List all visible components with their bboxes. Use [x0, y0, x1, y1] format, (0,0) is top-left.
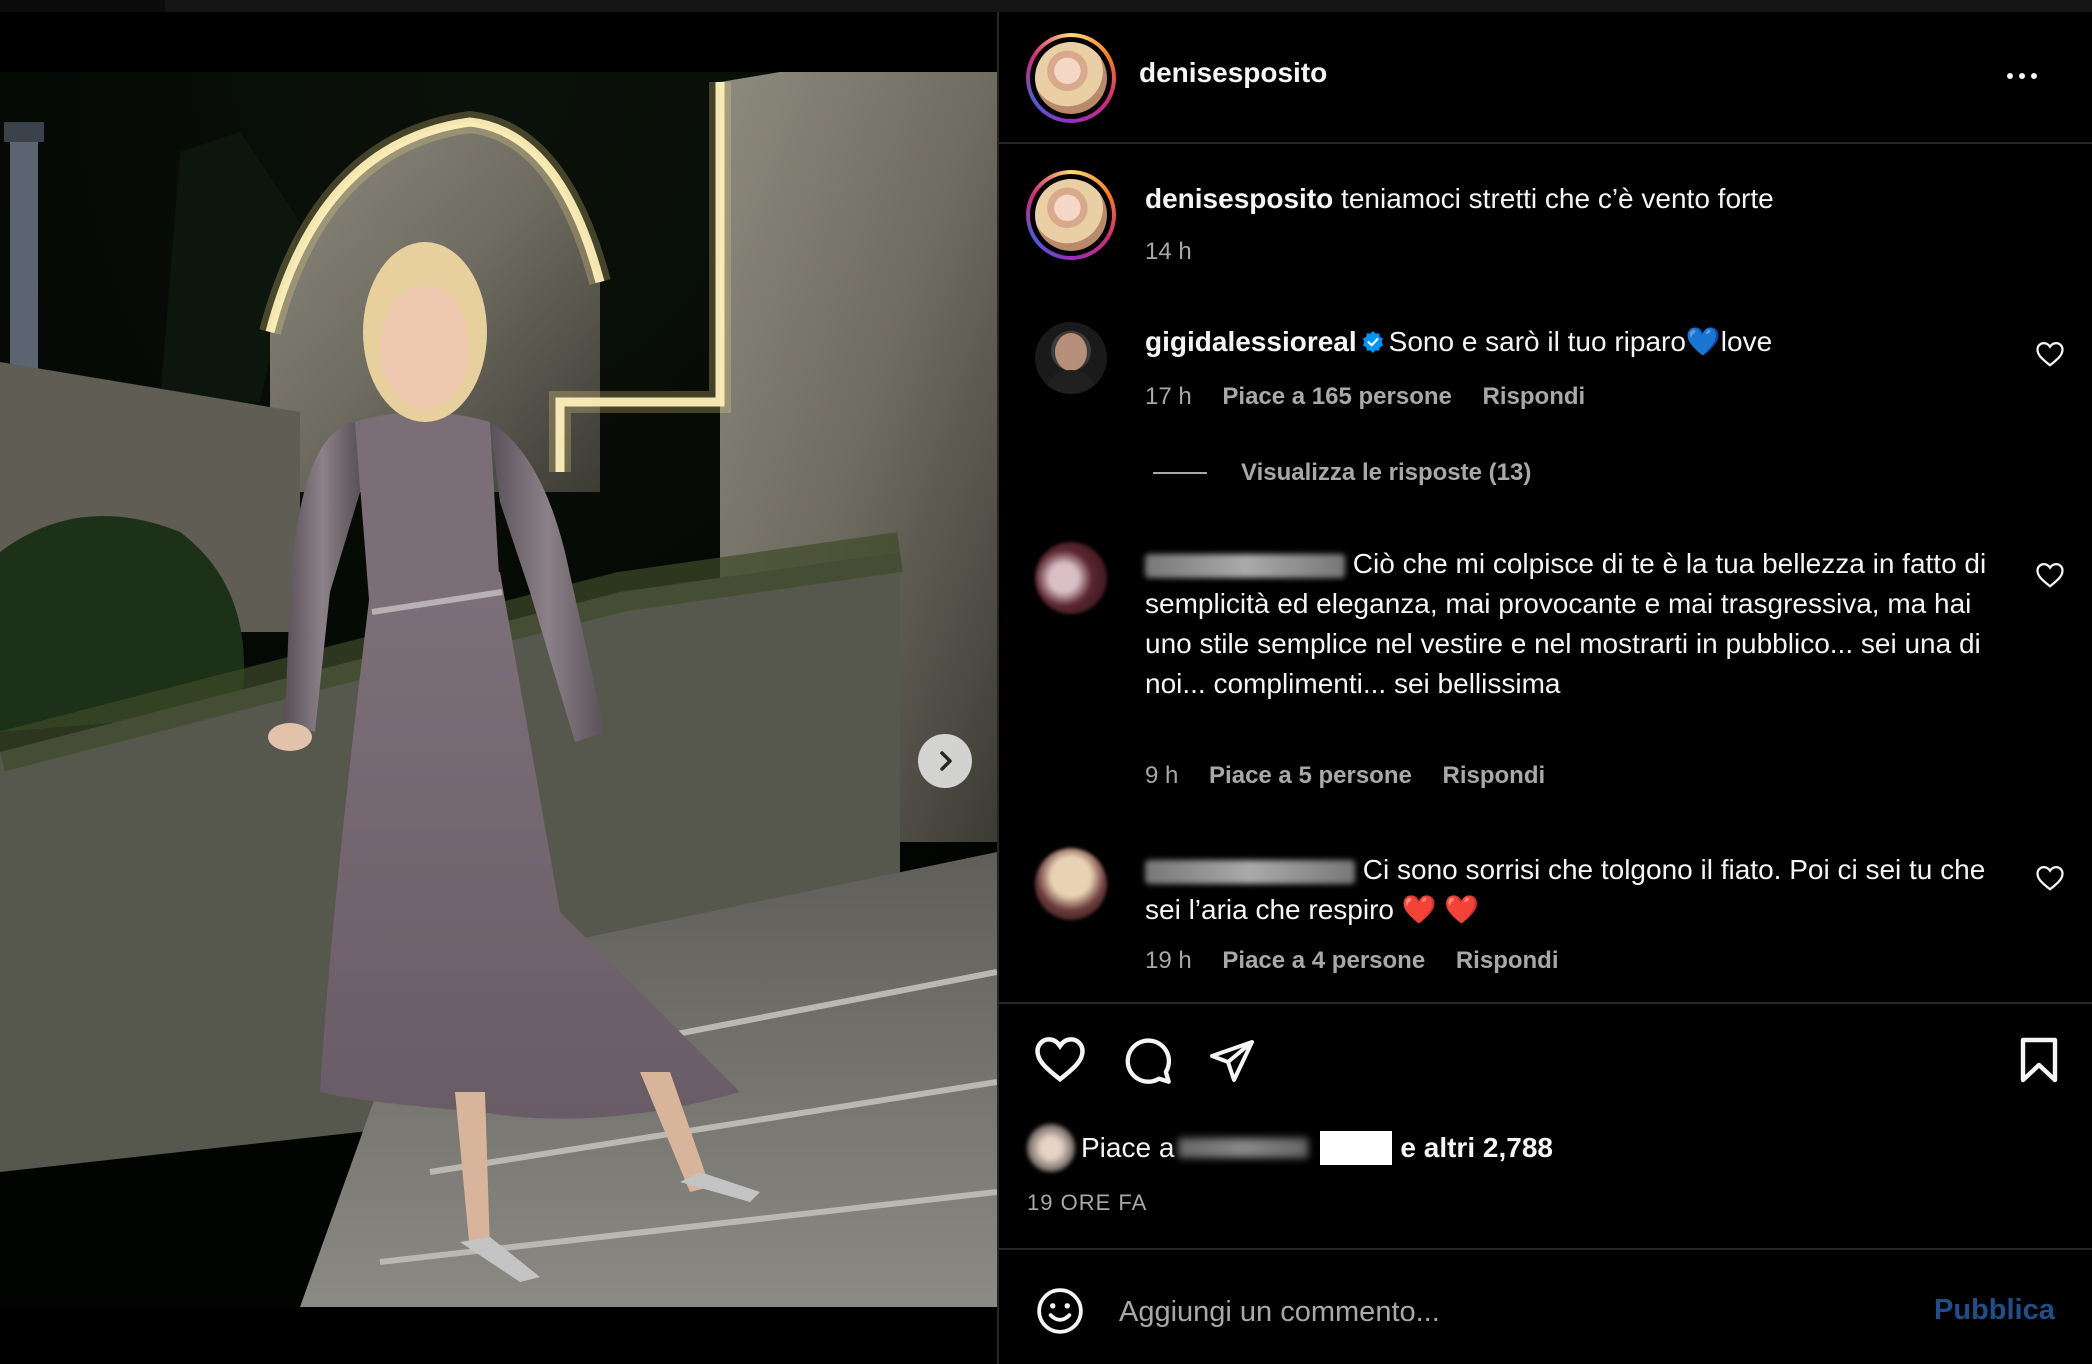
caption-avatar[interactable]: [1026, 170, 1116, 260]
redaction-box: [1320, 1131, 1393, 1165]
top-strip: [0, 0, 2092, 12]
likes-suffix: e altri 2,788: [1400, 1132, 1553, 1163]
comment-avatar[interactable]: [1035, 848, 1107, 920]
publish-button[interactable]: Pubblica: [1934, 1294, 2055, 1327]
add-comment-input[interactable]: [1119, 1288, 1919, 1336]
comment-likes[interactable]: Piace a 165 persone: [1222, 383, 1451, 410]
author-username[interactable]: denisesposito: [1139, 57, 1327, 89]
share-icon[interactable]: [1207, 1036, 1257, 1084]
post-photo[interactable]: [0, 72, 997, 1307]
caption-username[interactable]: denisesposito: [1145, 183, 1333, 214]
verified-badge-icon: [1362, 331, 1383, 353]
comment-3: Ci sono sorrisi che tolgono il fiato. Po…: [1145, 850, 2005, 930]
post-image: [0, 72, 997, 1307]
caption-time: 14 h: [1145, 238, 1192, 265]
comment-icon[interactable]: [1121, 1034, 1173, 1086]
comment-heart-icon[interactable]: [2035, 864, 2065, 892]
caption: denisesposito teniamoci stretti che c’è …: [1145, 179, 2045, 219]
likes-prefix: Piace a: [1081, 1132, 1175, 1163]
author-avatar[interactable]: [1026, 33, 1116, 123]
comment-username[interactable]: gigidalessioreal: [1145, 326, 1357, 357]
reply-button[interactable]: Rispondi: [1483, 383, 1586, 410]
like-heart-icon[interactable]: [1033, 1034, 1087, 1084]
comment-heart-icon[interactable]: [2035, 340, 2065, 368]
redacted-liker: [1178, 1138, 1309, 1158]
bookmark-icon[interactable]: [2017, 1036, 2061, 1084]
comment-2: Ciò che mi colpisce di te è la tua belle…: [1145, 544, 2005, 704]
comment-meta: 9 h Piace a 5 persone Rispondi: [1145, 762, 1545, 790]
comment-time: 17 h: [1145, 383, 1192, 410]
post-side-panel: denisesposito denisesposito teniamoci st…: [997, 12, 2092, 1364]
view-replies-button[interactable]: Visualizza le risposte (13): [1153, 459, 1531, 487]
chevron-right-icon: [940, 751, 952, 771]
avatar-image: [1045, 333, 1097, 394]
view-replies-label: Visualizza le risposte (13): [1241, 459, 1532, 486]
next-photo-button[interactable]: [918, 734, 972, 788]
reply-button[interactable]: Rispondi: [1456, 947, 1559, 974]
comment-avatar[interactable]: [1035, 542, 1107, 614]
comment-likes[interactable]: Piace a 4 persone: [1222, 947, 1425, 974]
comment-heart-icon[interactable]: [2035, 561, 2065, 589]
reply-button[interactable]: Rispondi: [1443, 762, 1546, 789]
comment-1: gigidalessioreal Sono e sarò il tuo ripar…: [1145, 322, 2005, 362]
post-header: denisesposito: [999, 12, 2092, 144]
comment-time: 9 h: [1145, 762, 1179, 789]
liker-avatar: [1027, 1124, 1075, 1172]
comment-time: 19 h: [1145, 947, 1192, 974]
caption-text: teniamoci stretti che c’è vento forte: [1341, 183, 1774, 214]
divider: [999, 1002, 2092, 1004]
comment-meta: 19 h Piace a 4 persone Rispondi: [1145, 947, 1559, 975]
redacted-username[interactable]: [1145, 859, 1355, 884]
comment-meta: 17 h Piace a 165 persone Rispondi: [1145, 383, 1585, 411]
divider: [999, 1248, 2092, 1250]
likes-summary[interactable]: Piace a e altri 2,788: [1027, 1124, 1553, 1172]
redacted-username[interactable]: [1145, 553, 1345, 578]
replies-line: [1153, 472, 1207, 474]
comment-text: Sono e sarò il tuo riparo💙love: [1388, 326, 1773, 357]
emoji-icon[interactable]: [1035, 1286, 1085, 1336]
more-options-icon[interactable]: [2007, 66, 2043, 86]
comment-avatar[interactable]: [1035, 322, 1107, 394]
comment-likes[interactable]: Piace a 5 persone: [1209, 762, 1412, 789]
post-time-ago: 19 ORE FA: [1027, 1190, 1148, 1215]
